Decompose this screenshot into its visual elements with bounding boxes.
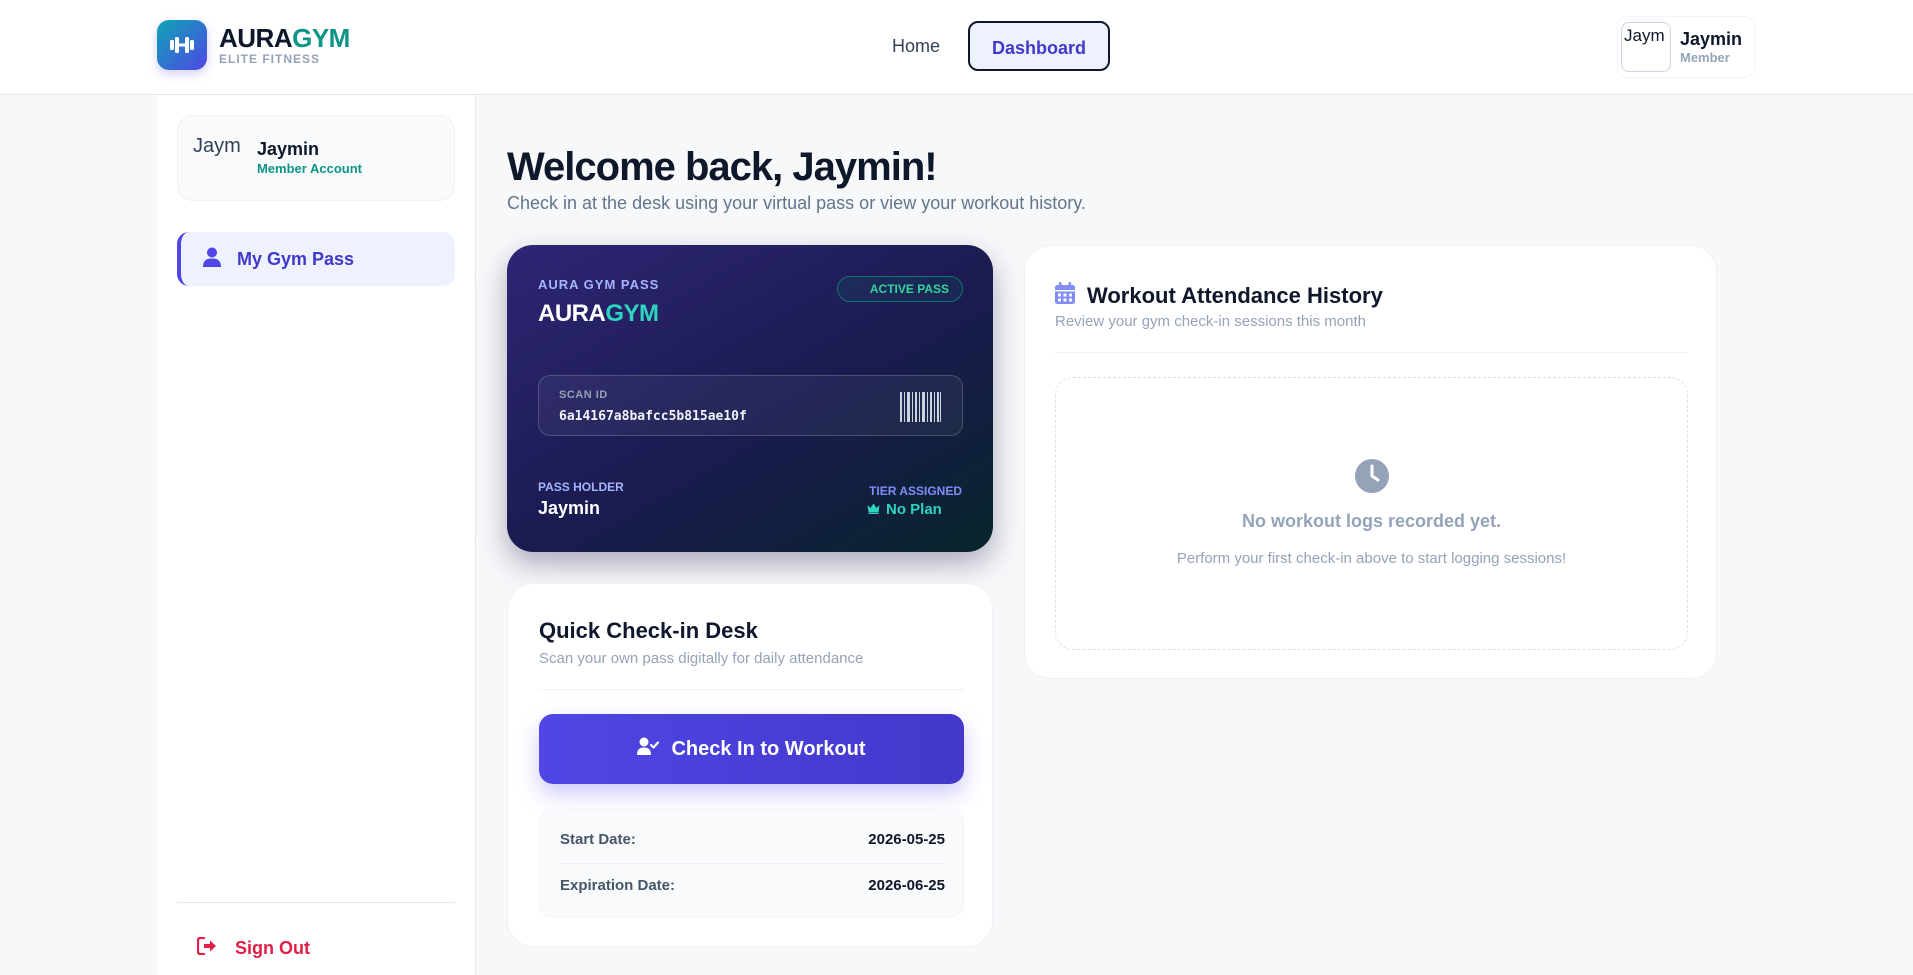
scan-id-label: SCAN ID xyxy=(559,389,608,401)
sign-out-icon xyxy=(196,936,217,960)
scan-id-value: 6a14167a8bafcc5b815ae10f xyxy=(559,409,747,424)
checkin-divider xyxy=(539,689,964,690)
attendance-history-card: Workout Attendance History Review your g… xyxy=(1024,245,1717,679)
main-nav: Home Dashboard xyxy=(870,21,1111,71)
pass-brand: AURAGYM xyxy=(538,300,659,327)
brand-tagline: ELITE FITNESS xyxy=(219,52,321,66)
avatar: Jaym xyxy=(1621,22,1671,72)
header-user-menu[interactable]: Jaym Jaymin Member xyxy=(1617,16,1755,78)
avatar: Jaym xyxy=(193,135,241,157)
start-date-label: Start Date: xyxy=(560,830,636,848)
pass-label: AURA GYM PASS xyxy=(538,277,660,292)
sidebar-profile-role: Member Account xyxy=(257,161,362,176)
history-subtitle: Review your gym check-in sessions this m… xyxy=(1055,313,1366,330)
checkin-title: Quick Check-in Desk xyxy=(539,618,758,643)
sidebar: Jaym Jaymin Member Account My Gym Pass S… xyxy=(157,95,476,975)
header-user-name: Jaymin xyxy=(1680,29,1743,49)
status-badge: ACTIVE PASS xyxy=(837,276,963,302)
tier-label: TIER ASSIGNED xyxy=(869,484,962,498)
pass-holder-name: Jaymin xyxy=(538,498,601,518)
tier-value: No Plan xyxy=(867,501,942,518)
page-title: Welcome back, Jaymin! xyxy=(507,145,938,189)
dumbbell-icon xyxy=(157,20,207,70)
history-title: Workout Attendance History xyxy=(1087,282,1383,308)
expiration-date-label: Expiration Date: xyxy=(560,876,676,894)
sidebar-profile-name: Jaymin xyxy=(257,139,320,159)
start-date-value: 2026-05-25 xyxy=(868,830,945,848)
expiration-date-row: Expiration Date: 2026-06-25 xyxy=(560,870,945,900)
expiration-date-value: 2026-06-25 xyxy=(868,876,945,894)
membership-dates: Start Date: 2026-05-25 Expiration Date: … xyxy=(539,809,964,918)
calendar-icon xyxy=(1055,282,1075,309)
page-subtitle: Check in at the desk using your virtual … xyxy=(507,193,1086,213)
barcode-icon xyxy=(900,392,942,427)
dates-divider xyxy=(560,863,945,864)
sidebar-item-label: My Gym Pass xyxy=(237,248,355,269)
crown-icon xyxy=(867,501,880,518)
check-in-button-label: Check In to Workout xyxy=(671,737,866,760)
pass-holder-label: PASS HOLDER xyxy=(538,480,624,494)
empty-state-subtitle: Perform your first check-in above to sta… xyxy=(1176,550,1567,567)
start-date-row: Start Date: 2026-05-25 xyxy=(560,824,945,854)
sidebar-item-my-gym-pass[interactable]: My Gym Pass xyxy=(177,232,455,286)
check-in-button[interactable]: Check In to Workout xyxy=(539,714,964,784)
sidebar-divider xyxy=(177,902,455,903)
nav-dashboard-link[interactable]: Dashboard xyxy=(968,21,1111,71)
header-user-role: Member xyxy=(1680,50,1730,65)
sidebar-profile-card: Jaym Jaymin Member Account xyxy=(177,115,455,201)
top-header: AURAGYM ELITE FITNESS Home Dashboard Jay… xyxy=(0,0,1913,95)
history-empty-state: No workout logs recorded yet. Perform yo… xyxy=(1055,377,1688,650)
quick-checkin-card: Quick Check-in Desk Scan your own pass d… xyxy=(507,583,993,947)
sign-out-button[interactable]: Sign Out xyxy=(196,936,310,960)
brand-name: AURAGYM xyxy=(219,23,350,53)
user-icon xyxy=(203,247,221,272)
user-check-icon xyxy=(637,737,660,761)
nav-home-link[interactable]: Home xyxy=(870,21,962,71)
brand-logo[interactable]: AURAGYM ELITE FITNESS xyxy=(157,20,350,70)
clock-icon xyxy=(1354,458,1390,499)
checkin-subtitle: Scan your own pass digitally for daily a… xyxy=(539,650,864,667)
history-divider xyxy=(1055,352,1688,353)
empty-state-title: No workout logs recorded yet. xyxy=(1241,511,1502,531)
scan-id-box: SCAN ID 6a14167a8bafcc5b815ae10f xyxy=(538,375,963,436)
gym-pass-card: AURA GYM PASS AURAGYM ACTIVE PASS SCAN I… xyxy=(507,245,993,552)
sign-out-label: Sign Out xyxy=(235,938,310,958)
